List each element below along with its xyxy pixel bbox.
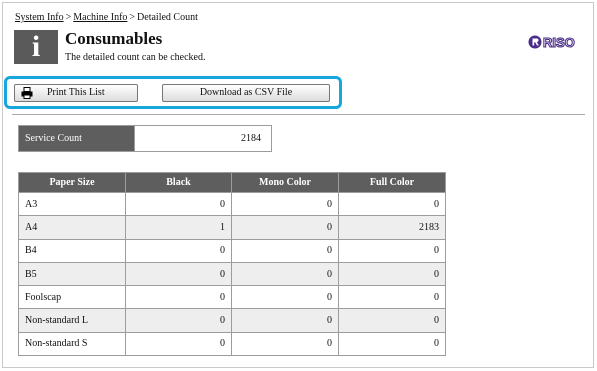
column-header-full-color: Full Color — [338, 172, 446, 193]
paper-size-cell: B4 — [18, 238, 126, 263]
download-csv-button[interactable]: Download as CSV File — [162, 84, 330, 102]
full-color-count-cell: 0 — [338, 308, 446, 333]
paper-size-cell: Non-standard L — [18, 308, 126, 333]
full-color-count-cell: 2183 — [338, 215, 446, 240]
printer-icon — [21, 87, 33, 99]
table-row: Non-standard S 0 0 0 — [18, 331, 446, 357]
column-header-mono-color: Mono Color — [231, 172, 339, 193]
section-divider — [12, 114, 585, 115]
riso-logo: RISO — [528, 34, 575, 50]
print-list-label: Print This List — [47, 87, 105, 98]
breadcrumb: System Info > Machine Info > Detailed Count — [15, 12, 198, 23]
breadcrumb-machine-info[interactable]: Machine Info — [73, 12, 127, 23]
info-icon: i — [14, 30, 58, 64]
table-row: Non-standard L 0 0 0 — [18, 308, 446, 333]
black-count-cell: 0 — [125, 261, 232, 287]
service-count-table: Service Count 2184 — [18, 125, 272, 152]
breadcrumb-current: Detailed Count — [137, 12, 198, 23]
black-count-cell: 0 — [125, 308, 232, 333]
mono-color-count-cell: 0 — [231, 331, 339, 357]
full-color-count-cell: 0 — [338, 238, 446, 263]
column-header-paper-size: Paper Size — [18, 172, 126, 193]
table-row: B4 0 0 0 — [18, 238, 446, 263]
mono-color-count-cell: 0 — [231, 261, 339, 287]
detailed-count-table: Paper Size Black Mono Color Full Color A… — [18, 172, 446, 357]
page-subtitle: The detailed count can be checked. — [65, 52, 206, 63]
table-row: B5 0 0 0 — [18, 261, 446, 287]
paper-size-cell: B5 — [18, 261, 126, 287]
black-count-cell: 0 — [125, 238, 232, 263]
table-row: A4 1 0 2183 — [18, 215, 446, 240]
paper-size-cell: A3 — [18, 191, 126, 217]
full-color-count-cell: 0 — [338, 331, 446, 357]
black-count-cell: 0 — [125, 191, 232, 217]
mono-color-count-cell: 0 — [231, 215, 339, 240]
column-header-black: Black — [125, 172, 232, 193]
mono-color-count-cell: 0 — [231, 238, 339, 263]
table-header-row: Paper Size Black Mono Color Full Color — [18, 172, 446, 193]
black-count-cell: 0 — [125, 285, 232, 310]
full-color-count-cell: 0 — [338, 285, 446, 310]
print-list-button[interactable]: Print This List — [14, 84, 138, 102]
info-icon-glyph: i — [31, 30, 41, 63]
mono-color-count-cell: 0 — [231, 308, 339, 333]
service-count-value: 2184 — [134, 125, 272, 152]
black-count-cell: 1 — [125, 215, 232, 240]
paper-size-cell: A4 — [18, 215, 126, 240]
breadcrumb-separator: > — [129, 12, 136, 23]
service-count-label: Service Count — [18, 125, 135, 152]
mono-color-count-cell: 0 — [231, 285, 339, 310]
full-color-count-cell: 0 — [338, 261, 446, 287]
riso-logo-text: RISO — [543, 35, 575, 50]
service-count-row: Service Count 2184 — [18, 125, 272, 152]
breadcrumb-separator: > — [65, 12, 72, 23]
breadcrumb-system-info[interactable]: System Info — [15, 12, 64, 23]
page-title: Consumables — [65, 29, 163, 48]
mono-color-count-cell: 0 — [231, 191, 339, 217]
full-color-count-cell: 0 — [338, 191, 446, 217]
table-row: Foolscap 0 0 0 — [18, 285, 446, 310]
table-row: A3 0 0 0 — [18, 191, 446, 217]
black-count-cell: 0 — [125, 331, 232, 357]
paper-size-cell: Foolscap — [18, 285, 126, 310]
paper-size-cell: Non-standard S — [18, 331, 126, 357]
